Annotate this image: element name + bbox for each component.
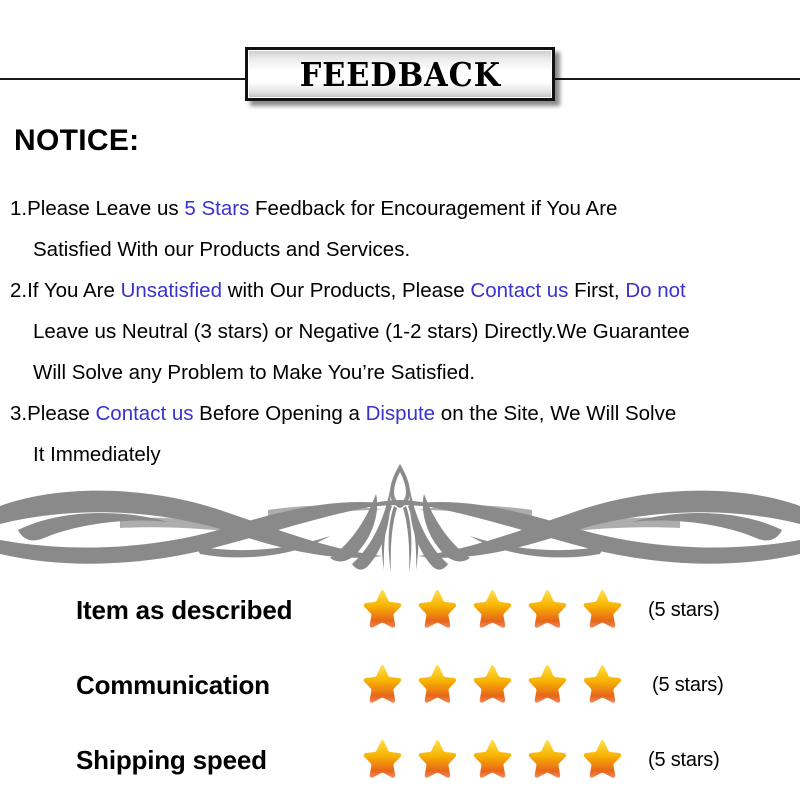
star-icon	[528, 739, 567, 778]
notice-highlight-text: 5 Stars	[184, 197, 256, 220]
notice-text: 1.Please Leave us	[10, 197, 185, 220]
feedback-banner: FEEDBACK	[245, 47, 555, 101]
header-rule-left	[0, 78, 247, 80]
notice-item: 2.If You Are Unsatisfied with Our Produc…	[10, 270, 800, 393]
star-icon	[583, 589, 622, 628]
rating-row: Shipping speed (5 stars)	[0, 723, 800, 798]
flourish-divider	[0, 458, 800, 573]
rating-count: (5 stars)	[648, 599, 720, 621]
notice-text: 3.Please	[10, 402, 96, 425]
feedback-banner-inner: FEEDBACK	[248, 50, 552, 98]
notice-line: 2.If You Are Unsatisfied with Our Produc…	[10, 270, 800, 311]
header-rule-right	[553, 78, 800, 80]
star-icon	[473, 589, 512, 628]
notice-item: 1.Please Leave us 5 Stars Feedback for E…	[10, 188, 800, 270]
ratings-section: Item as described (5 stars) Communication (…	[0, 573, 800, 798]
rating-label: Item as described	[76, 595, 293, 625]
star-icon	[528, 664, 567, 703]
rating-label: Shipping speed	[76, 745, 267, 775]
notice-line: 3.Please Contact us Before Opening a Dis…	[10, 393, 800, 434]
notice-line: Will Solve any Problem to Make You’re Sa…	[10, 352, 800, 393]
notice-text: 2.If You Are	[10, 279, 121, 302]
feedback-header: FEEDBACK	[0, 0, 800, 110]
star-icon	[418, 589, 457, 628]
notice-highlight-text: Contact us	[95, 402, 194, 425]
star-icon	[363, 739, 402, 778]
notice-text: Leave us Neutral (3 stars) or Negative (…	[33, 320, 690, 343]
notice-highlight-text: Contact us	[470, 279, 569, 302]
notice-heading: NOTICE:	[14, 124, 139, 158]
rating-stars	[358, 662, 625, 709]
notice-text: on the Site, We Will Solve	[435, 402, 677, 425]
rating-count: (5 stars)	[652, 674, 724, 696]
star-icon	[418, 739, 457, 778]
rating-row: Item as described (5 stars)	[0, 573, 800, 648]
notice-text: Before Opening a	[193, 402, 366, 425]
star-icon	[473, 664, 512, 703]
notice-highlight-text: Dispute	[365, 402, 436, 425]
notice-list: 1.Please Leave us 5 Stars Feedback for E…	[10, 188, 800, 475]
star-icon	[363, 589, 402, 628]
notice-text: Will Solve any Problem to Make You’re Sa…	[33, 361, 476, 384]
notice-line: Leave us Neutral (3 stars) or Negative (…	[10, 311, 800, 352]
star-icon	[418, 664, 457, 703]
notice-heading-text: NOTICE	[14, 124, 130, 157]
rating-row: Communication (5 stars)	[0, 648, 800, 723]
rating-stars	[358, 737, 625, 784]
notice-line: Satisfied With our Products and Services…	[10, 229, 800, 270]
rating-stars	[358, 587, 625, 634]
notice-text: First,	[568, 279, 626, 302]
notice-text: Satisfied With our Products and Services…	[33, 238, 411, 261]
star-icon	[583, 664, 622, 703]
flourish-divider-svg	[0, 464, 800, 572]
notice-heading-colon: :	[129, 124, 140, 157]
rating-count: (5 stars)	[648, 749, 720, 771]
rating-label: Communication	[76, 670, 270, 700]
notice-highlight-text: Do not	[625, 279, 686, 302]
star-icon	[528, 589, 567, 628]
notice-highlight-text: Unsatisfied	[120, 279, 222, 302]
feedback-banner-title: FEEDBACK	[299, 54, 501, 94]
star-icon	[583, 739, 622, 778]
star-icon	[363, 664, 402, 703]
star-icon	[473, 739, 512, 778]
notice-text: with Our Products, Please	[222, 279, 471, 302]
notice-text: Feedback for Encouragement if You Are	[255, 197, 618, 220]
notice-line: 1.Please Leave us 5 Stars Feedback for E…	[10, 188, 800, 229]
